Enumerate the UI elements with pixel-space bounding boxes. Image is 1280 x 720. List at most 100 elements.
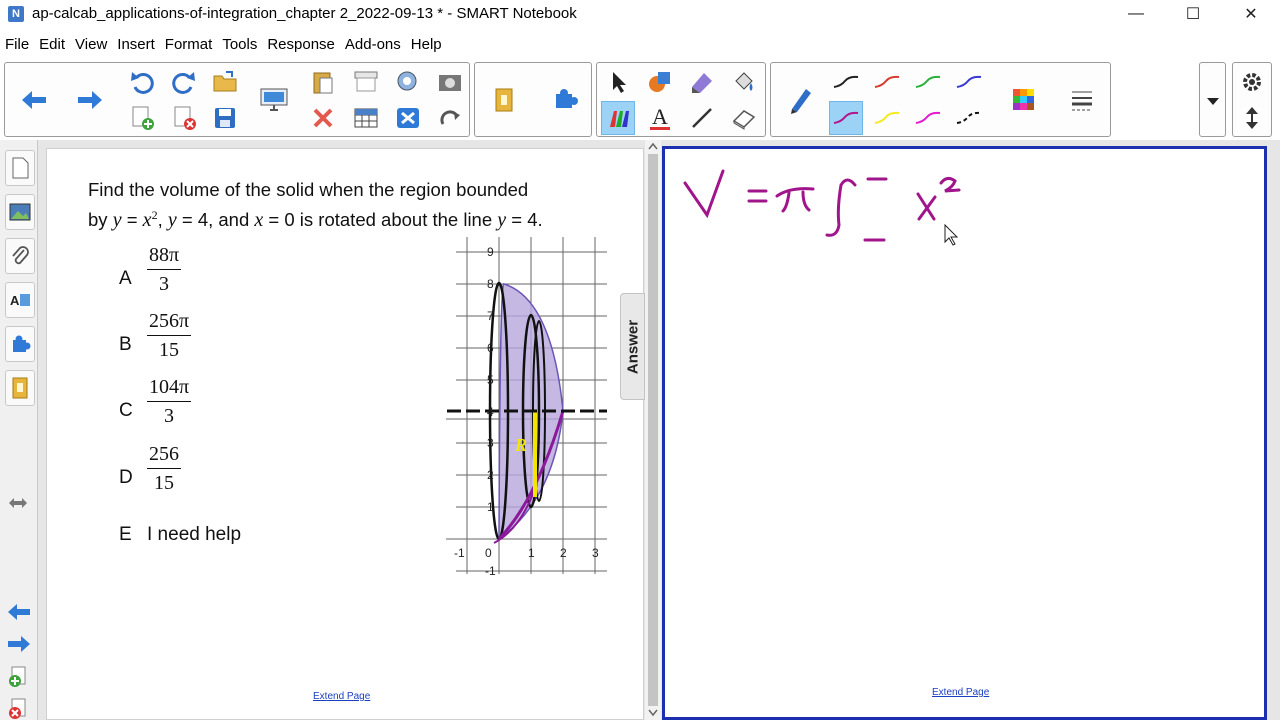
y-tick-8: 8: [487, 277, 494, 291]
fullscreen-icon[interactable]: [391, 101, 425, 135]
option-a-letter[interactable]: A: [119, 268, 132, 290]
select-icon[interactable]: [601, 65, 635, 99]
delete-icon[interactable]: [306, 101, 340, 135]
menu-insert[interactable]: Insert: [117, 36, 155, 53]
undo-icon[interactable]: [125, 65, 159, 99]
capture-icon[interactable]: [391, 65, 425, 99]
page-sorter-tab[interactable]: [5, 150, 35, 186]
attachments-tab[interactable]: [5, 238, 35, 274]
option-c-letter[interactable]: C: [119, 400, 133, 422]
svg-text:A: A: [652, 104, 668, 129]
table-icon[interactable]: [349, 101, 383, 135]
camera-icon[interactable]: [433, 65, 467, 99]
window-title: ap-calcab_applications-of-integration_ch…: [32, 5, 577, 22]
scroll-thumb[interactable]: [648, 154, 658, 706]
pen-swatch-2[interactable]: [870, 65, 904, 99]
magic-pen-icon[interactable]: [685, 65, 719, 99]
menu-addons[interactable]: Add-ons: [345, 36, 401, 53]
y-tick-9: 9: [487, 245, 494, 259]
pen-swatch-8[interactable]: [952, 101, 986, 135]
next-page-icon[interactable]: [6, 634, 32, 654]
menu-format[interactable]: Format: [165, 36, 213, 53]
pen-swatch-1[interactable]: [829, 65, 863, 99]
extend-page-link-left[interactable]: Extend Page: [313, 691, 370, 702]
paste-icon[interactable]: [306, 65, 340, 99]
ink-integral: [825, 178, 857, 237]
lesson-activity-tab[interactable]: [5, 370, 35, 406]
x-tick-labels: -1 0 1 2 3: [454, 546, 599, 560]
option-e-letter[interactable]: E: [119, 524, 132, 546]
menu-help[interactable]: Help: [411, 36, 442, 53]
settings-gear-icon[interactable]: [1235, 65, 1269, 99]
shapes-icon[interactable]: [643, 65, 677, 99]
new-page-icon[interactable]: [125, 101, 159, 135]
page-sorter-icon: [12, 157, 29, 179]
gallery-tab[interactable]: [5, 194, 35, 230]
menu-edit[interactable]: Edit: [39, 36, 65, 53]
x-tick-0: 0: [485, 546, 492, 560]
pens-icon[interactable]: [601, 101, 635, 135]
line-icon[interactable]: [685, 101, 719, 135]
move-toolbar-icon[interactable]: [1235, 101, 1269, 135]
option-d-letter[interactable]: D: [119, 467, 133, 489]
screen-shade-icon[interactable]: [349, 65, 383, 99]
vertical-scrollbar[interactable]: [645, 140, 661, 720]
line-properties-icon[interactable]: [1065, 83, 1099, 117]
delete-page-icon[interactable]: [167, 101, 201, 135]
color-palette-icon[interactable]: [1007, 83, 1041, 117]
eraser-icon[interactable]: [727, 101, 761, 135]
title-bar: N ap-calcab_applications-of-integration_…: [0, 0, 1280, 27]
option-d-value[interactable]: 256 15: [147, 443, 181, 495]
save-icon[interactable]: [208, 101, 242, 135]
rotate-icon[interactable]: [433, 101, 467, 135]
pen-swatch-4[interactable]: [952, 65, 986, 99]
option-c-value[interactable]: 104π 3: [147, 376, 192, 428]
pen-swatch-6[interactable]: [870, 101, 904, 135]
gallery-icon[interactable]: [487, 83, 521, 117]
toolbar-group-settings: [1232, 62, 1272, 137]
back-arrow-icon[interactable]: [17, 83, 51, 117]
option-e-text[interactable]: I need help: [147, 524, 241, 546]
toolbar-group-page: [4, 62, 470, 137]
minimize-button[interactable]: —: [1107, 0, 1165, 27]
menu-response[interactable]: Response: [267, 36, 335, 53]
option-b-value[interactable]: 256π 15: [147, 310, 192, 362]
toolbar-dropdown[interactable]: [1199, 62, 1226, 137]
menu-tools[interactable]: Tools: [222, 36, 257, 53]
x-tick-neg1: -1: [454, 546, 465, 560]
addons-tab[interactable]: [5, 326, 35, 362]
text-icon[interactable]: A: [643, 101, 677, 135]
pen-swatch-7[interactable]: [911, 101, 945, 135]
addons-icon[interactable]: [547, 83, 581, 117]
forward-arrow-icon[interactable]: [73, 83, 107, 117]
option-a-value[interactable]: 88π 3: [147, 244, 182, 296]
y-tick-6: 6: [487, 341, 494, 355]
pen-swatch-5[interactable]: [829, 101, 863, 135]
ink-pi: [775, 187, 815, 213]
menu-file[interactable]: File: [5, 36, 29, 53]
previous-page-icon[interactable]: [6, 602, 32, 622]
notebook-page-work[interactable]: Extend Page: [662, 146, 1267, 720]
pen-icon[interactable]: [783, 83, 817, 117]
display-icon[interactable]: [257, 83, 291, 117]
option-b-letter[interactable]: B: [119, 334, 132, 356]
redo-icon[interactable]: [167, 65, 201, 99]
resize-arrows-icon[interactable]: [8, 496, 28, 510]
y-tick-7: 7: [487, 309, 494, 323]
pen-swatch-3[interactable]: [911, 65, 945, 99]
close-button[interactable]: ✕: [1222, 0, 1280, 27]
menu-view[interactable]: View: [75, 36, 107, 53]
add-page-icon[interactable]: [6, 666, 30, 690]
scroll-down-icon[interactable]: [648, 709, 658, 717]
delete-page-sidebar-icon[interactable]: [6, 698, 30, 720]
maximize-button[interactable]: ☐: [1164, 0, 1222, 27]
properties-tab[interactable]: A: [5, 282, 35, 318]
scroll-up-icon[interactable]: [648, 142, 658, 150]
extend-page-link-right[interactable]: Extend Page: [932, 687, 989, 698]
fill-icon[interactable]: [727, 65, 761, 99]
app-logo-icon: N: [8, 5, 24, 22]
open-icon[interactable]: [208, 65, 242, 99]
answer-reveal-tab[interactable]: Answer: [620, 293, 645, 400]
handwriting-canvas[interactable]: [665, 149, 1264, 717]
notebook-page-question[interactable]: Find the volume of the solid when the re…: [46, 148, 645, 720]
